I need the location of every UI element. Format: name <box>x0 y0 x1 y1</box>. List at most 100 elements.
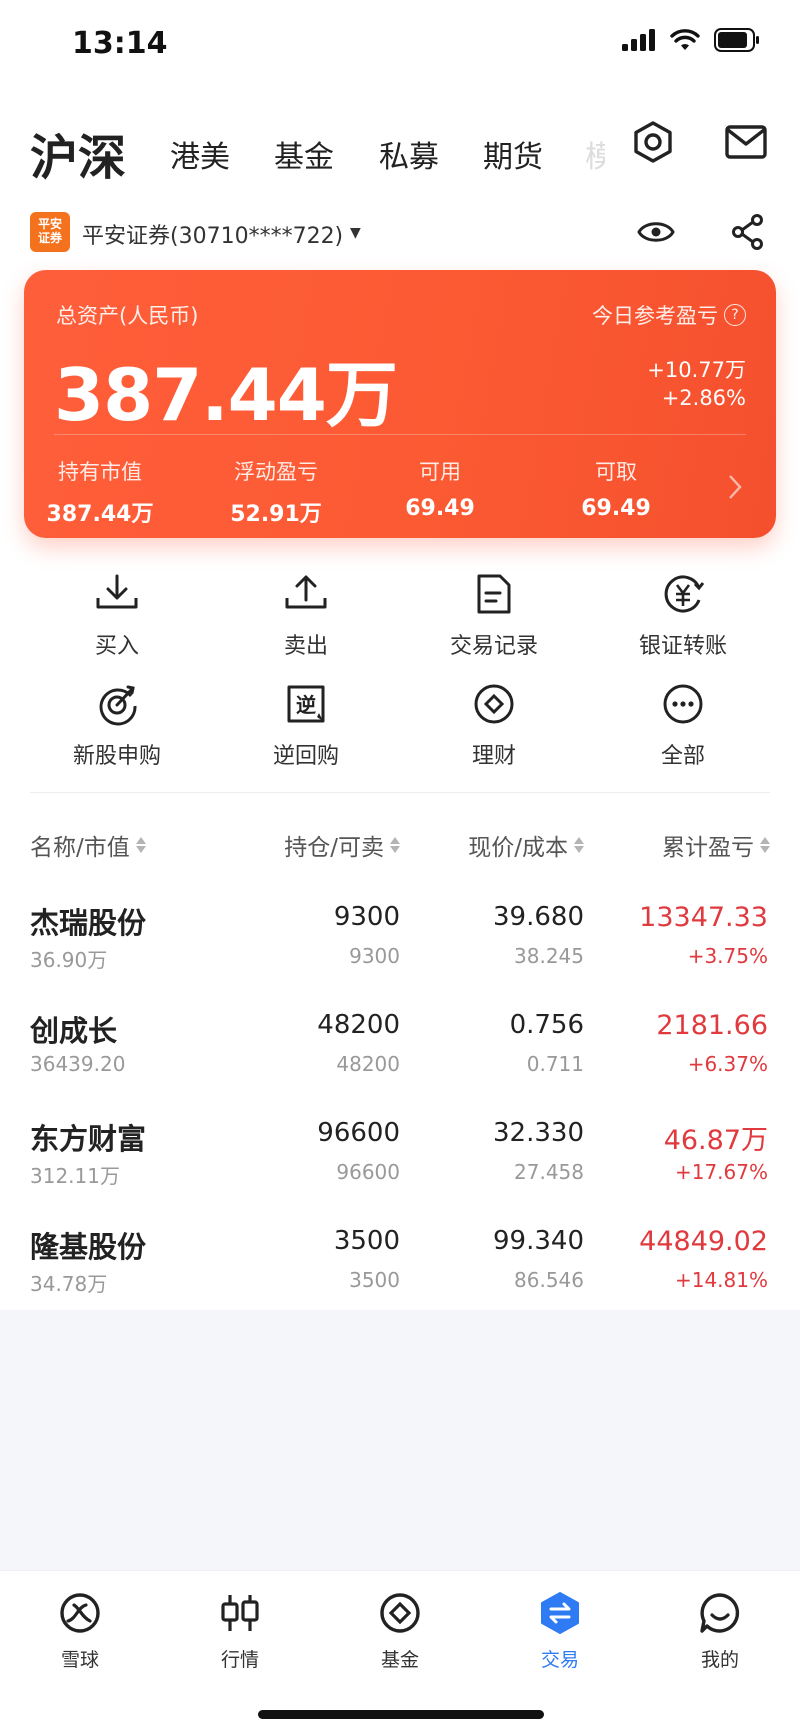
stat-market-value: 持有市值 387.44万 <box>30 456 170 528</box>
stat-value: 52.91万 <box>230 502 322 527</box>
action-bank-transfer[interactable]: 银证转账 <box>608 570 758 660</box>
market-value: 36.90万 <box>30 948 108 972</box>
chevron-right-icon[interactable] <box>728 474 742 504</box>
current-price: 32.330 <box>493 1118 584 1148</box>
table-row[interactable]: 隆基股份 34.78万 3500 3500 99.340 86.546 4484… <box>0 1224 800 1324</box>
sort-icon <box>390 837 400 853</box>
action-trade-records[interactable]: 交易记录 <box>419 570 569 660</box>
fund-icon <box>376 1589 424 1637</box>
broker-logo: 平安 证券 <box>30 212 70 252</box>
tab-profile[interactable]: 我的 <box>660 1589 780 1672</box>
sort-icon <box>760 837 770 853</box>
stock-name: 创成长 <box>30 1014 118 1048</box>
more-dots-icon <box>659 680 707 728</box>
header-label: 累计盈亏 <box>662 835 754 861</box>
tab-fund[interactable]: 基金 <box>340 1589 460 1672</box>
share-button[interactable] <box>726 210 770 254</box>
tab-more-faded[interactable]: 模 <box>585 132 605 176</box>
cost-price: 0.711 <box>526 1052 584 1076</box>
settings-hexagon-icon <box>634 121 672 163</box>
cumulative-pl: 44849.02 <box>639 1226 768 1257</box>
card-divider <box>54 434 746 435</box>
sellable-qty: 9300 <box>349 944 400 968</box>
tab-label: 我的 <box>700 1649 739 1671</box>
current-price: 39.680 <box>493 902 584 932</box>
caret-down-icon[interactable]: ▼ <box>350 225 361 241</box>
tab-private-fund[interactable]: 私募 <box>379 132 439 176</box>
action-buy[interactable]: 买入 <box>42 570 192 660</box>
stat-label: 浮动盈亏 <box>234 460 318 484</box>
trade-icon <box>536 1589 584 1637</box>
action-label: 卖出 <box>283 634 328 659</box>
cost-price: 27.458 <box>514 1160 584 1184</box>
position-qty: 3500 <box>333 1226 400 1256</box>
market-tab-bar: 沪深 港美 基金 私募 期货 模 <box>0 108 800 188</box>
header-cumulative-pl[interactable]: 累计盈亏 <box>662 828 770 862</box>
action-label: 银证转账 <box>638 634 727 659</box>
tab-futures[interactable]: 期货 <box>483 132 543 176</box>
action-reverse-repo[interactable]: 逆 逆回购 <box>231 680 381 770</box>
help-icon[interactable]: ? <box>724 304 746 326</box>
market-value: 36439.20 <box>30 1052 126 1076</box>
stat-floating-pl: 浮动盈亏 52.91万 <box>206 456 346 528</box>
action-label: 交易记录 <box>449 634 538 659</box>
stat-available: 可用 69.49 <box>370 456 510 521</box>
eye-icon <box>637 222 675 242</box>
tab-label: 交易 <box>540 1649 579 1671</box>
home-indicator <box>258 1710 544 1719</box>
stat-value: 387.44万 <box>46 502 154 527</box>
mail-icon <box>725 125 767 159</box>
total-assets-value: 387.44万 <box>54 353 398 437</box>
table-row[interactable]: 创成长 36439.20 48200 48200 0.756 0.711 218… <box>0 1008 800 1108</box>
battery-icon <box>714 28 759 52</box>
sell-upload-icon <box>282 570 330 618</box>
toggle-visibility-button[interactable] <box>634 210 678 254</box>
tab-label: 基金 <box>380 1649 419 1671</box>
svg-text:逆: 逆 <box>296 693 316 717</box>
action-all[interactable]: 全部 <box>608 680 758 770</box>
sort-icon <box>574 837 584 853</box>
tab-label: 雪球 <box>60 1649 99 1671</box>
header-name-value[interactable]: 名称/市值 <box>30 828 146 862</box>
sort-icon <box>135 837 146 853</box>
tab-market[interactable]: 行情 <box>180 1589 300 1672</box>
action-ipo-subscribe[interactable]: 新股申购 <box>42 680 192 770</box>
tab-fund[interactable]: 基金 <box>274 132 334 176</box>
sellable-qty: 48200 <box>336 1052 400 1076</box>
header-position-sellable[interactable]: 持仓/可卖 <box>284 828 400 862</box>
diamond-circle-icon <box>470 680 518 728</box>
cumulative-pl-pct: +14.81% <box>674 1268 768 1292</box>
cost-price: 86.546 <box>514 1268 584 1292</box>
tab-gangmei[interactable]: 港美 <box>170 132 230 176</box>
asset-summary-card[interactable]: 总资产(人民币) 今日参考盈亏 ? 387.44万 +10.77万 +2.86%… <box>24 270 776 538</box>
action-wealth[interactable]: 理财 <box>419 680 569 770</box>
table-row[interactable]: 杰瑞股份 36.90万 9300 9300 39.680 38.245 1334… <box>0 900 800 1000</box>
today-pl-label[interactable]: 今日参考盈亏 ? <box>592 300 746 330</box>
stat-label: 可用 <box>419 460 461 484</box>
header-label: 现价/成本 <box>468 835 568 861</box>
empty-list-area <box>0 1310 800 1570</box>
share-icon <box>732 214 763 250</box>
position-qty: 9300 <box>333 902 400 932</box>
bottom-tab-bar: 雪球 行情 基金 交易 我的 <box>0 1570 800 1731</box>
mail-button[interactable] <box>720 116 772 168</box>
header-price-cost[interactable]: 现价/成本 <box>468 828 584 862</box>
action-sell[interactable]: 卖出 <box>231 570 381 660</box>
wifi-icon <box>670 29 700 50</box>
profile-chat-icon <box>696 1589 744 1637</box>
total-assets-label: 总资产(人民币) <box>56 304 199 328</box>
account-selector[interactable]: 平安证券(30710****722) <box>82 218 343 250</box>
tab-hushen[interactable]: 沪深 <box>30 118 126 188</box>
target-icon <box>93 680 141 728</box>
reverse-repo-icon: 逆 <box>282 680 330 728</box>
account-row: 平安 证券 平安证券(30710****722) ▼ <box>30 210 770 258</box>
action-label: 理财 <box>471 744 516 769</box>
tab-snowball[interactable]: 雪球 <box>20 1589 140 1672</box>
settings-button[interactable] <box>627 116 679 168</box>
stat-label: 可取 <box>595 460 637 484</box>
cumulative-pl: 46.87万 <box>663 1125 768 1156</box>
tab-trade[interactable]: 交易 <box>500 1589 620 1672</box>
current-price: 0.756 <box>509 1010 584 1040</box>
table-row[interactable]: 东方财富 312.11万 96600 96600 32.330 27.458 4… <box>0 1116 800 1216</box>
position-qty: 96600 <box>317 1118 400 1148</box>
